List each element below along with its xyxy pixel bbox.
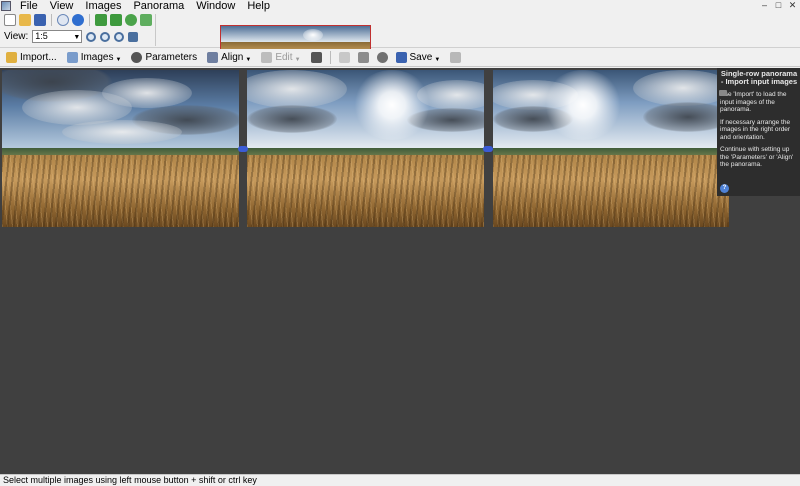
info-icon[interactable]: ? [720,184,729,193]
preview-icon[interactable] [338,52,350,63]
zoom-select-value: 1:5 [35,31,48,41]
parameters-icon [131,52,143,63]
thumbnail-sun [302,29,323,41]
edit-label: Edit [275,52,293,63]
stitch-icon[interactable] [376,52,388,63]
window-controls: – □ ✕ [759,0,798,11]
chevron-down-icon: ▼ [73,34,81,41]
zoom-select[interactable]: 1:5 ▼ [32,30,83,43]
zoom-out-icon[interactable] [100,31,111,42]
dropdown-arrow-icon: ▼ [434,57,441,63]
import-icon [6,52,17,63]
view-label: View: [4,31,29,42]
help-paragraph: Use 'Import' to load the input images of… [720,91,787,113]
export-icon[interactable] [450,52,462,63]
import-button[interactable]: Import... [6,52,57,63]
menu-images[interactable]: Images [79,0,127,12]
open-folder-icon[interactable] [19,14,31,26]
image-wheat-field [493,155,729,227]
zoom-fit-icon[interactable] [114,31,125,42]
image-link-marker[interactable] [238,146,248,152]
input-image-3[interactable] [493,70,729,227]
image-wheat-field [2,155,239,227]
toolbar-separator [89,14,90,26]
image-sun [352,70,432,140]
panorama-canvas[interactable]: Single-row panorama - Import input image… [0,68,800,474]
close-button[interactable]: ✕ [787,0,798,11]
status-text: Select multiple images using left mouse … [3,475,257,485]
menu-file[interactable]: File [14,0,44,12]
crop-icon[interactable] [310,52,322,63]
new-file-icon[interactable] [4,14,16,26]
help-paragraph: Continue with setting up the 'Parameters… [720,146,794,168]
align-button[interactable]: Align ▼ [207,52,251,63]
view-controls: View: 1:5 ▼ [4,30,139,43]
menu-panorama[interactable]: Panorama [127,0,190,12]
app-icon [1,1,11,11]
dropdown-arrow-icon: ▼ [115,57,122,63]
flip-icon[interactable] [140,14,152,26]
rotate-left-icon[interactable] [95,14,107,26]
image-wheat-field [247,155,484,227]
image-sun [543,70,623,140]
toolbar-divider [155,14,156,46]
image-cloud [62,120,182,144]
toolbar-separator [329,51,331,64]
images-label: Images [80,52,114,63]
layout-icon[interactable] [357,52,369,63]
help-panel: Single-row panorama - Import input image… [717,68,800,196]
help-scrollbar[interactable] [719,90,727,96]
zoom-full-icon[interactable] [128,31,139,42]
images-icon [66,52,78,63]
toolbar-separator [51,14,52,26]
images-button[interactable]: Images ▼ [66,52,122,63]
save-button[interactable]: Save ▼ [395,52,441,63]
status-bar: Select multiple images using left mouse … [0,474,800,486]
input-image-1[interactable] [2,70,239,227]
save-label: Save [409,52,433,63]
dropdown-arrow-icon: ▼ [245,57,252,63]
save-icon [395,52,407,63]
info-icon[interactable] [57,14,69,26]
help-icon[interactable] [72,14,84,26]
dropdown-arrow-icon: ▼ [294,57,301,63]
menu-window[interactable]: Window [190,0,241,12]
edit-pencil-icon [261,52,273,63]
image-cloud [247,105,337,133]
import-label: Import... [20,52,57,63]
parameters-label: Parameters [145,52,198,63]
help-title: Single-row panorama - Import input image… [720,69,798,86]
image-link-marker[interactable] [483,146,493,152]
menu-bar: File View Images Panorama Window Help – … [0,0,800,12]
main-toolbar: View: 1:5 ▼ [0,12,800,57]
align-icon [207,52,219,63]
panorama-toolbar: Import... Images ▼ Parameters Align ▼ Ed… [0,49,800,67]
edit-button[interactable]: Edit ▼ [261,52,301,63]
save-disk-icon[interactable] [34,14,46,26]
refresh-icon[interactable] [125,14,137,26]
minimize-button[interactable]: – [759,0,770,11]
parameters-button[interactable]: Parameters [131,52,197,63]
thumbnail-sky [221,26,370,42]
zoom-in-icon[interactable] [86,31,97,42]
align-label: Align [221,52,244,63]
image-cloud [633,70,729,106]
input-image-2[interactable] [247,70,484,227]
image-cloud [102,78,192,108]
maximize-button[interactable]: □ [773,0,784,11]
help-paragraph: If necessary arrange the images in the r… [720,118,791,141]
menu-help[interactable]: Help [241,0,276,12]
file-toolbar [4,14,152,26]
menu-view[interactable]: View [44,0,80,12]
rotate-right-icon[interactable] [110,14,122,26]
